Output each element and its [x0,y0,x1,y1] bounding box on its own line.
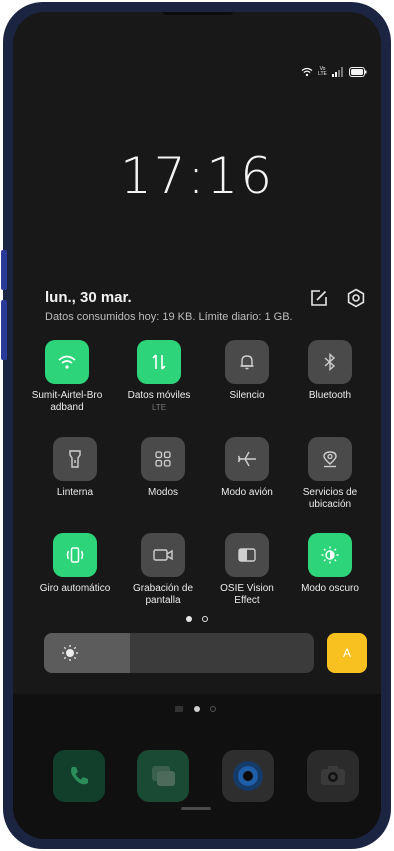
tile-label: Grabación de pantalla [132,583,194,606]
menu-lines-icon [175,706,184,712]
wifi-icon [301,67,313,77]
tile-label: Servicios de ubicación [302,487,358,510]
tile-label: Modo avión [221,487,273,498]
battery-icon [349,67,367,77]
tile-auto-rotate-button[interactable] [53,533,97,577]
dark-mode-icon [321,546,339,564]
messages-icon [152,766,175,786]
home-page-dot[interactable] [209,705,216,712]
tile-modes-button[interactable] [141,437,185,481]
panel-page-indicator [13,610,381,628]
modes-icon [155,451,171,467]
tile-flashlight[interactable]: Linterna [35,437,115,499]
tile-silence-button[interactable] [225,340,269,384]
tile-label: Datos móviles [127,390,191,401]
tile-wifi[interactable]: Sumit-Airtel-Bro adband [27,340,107,414]
bell-icon [240,355,254,370]
tile-label: Linterna [56,487,94,498]
tile-location[interactable]: Servicios de ubicación [290,437,370,511]
tile-screen-record-button[interactable] [141,533,185,577]
home-page-indicator [13,700,381,718]
mobile-data-icon [152,354,166,370]
data-usage-text: Datos consumidos hoy: 19 KB. Límite diar… [45,311,293,323]
earpiece [163,12,233,15]
tile-dark-mode-button[interactable] [308,533,352,577]
page-dot[interactable] [202,615,209,622]
dock-messages[interactable] [137,750,189,802]
volume-up-key [1,250,7,290]
page-dot-active[interactable] [185,615,192,622]
tile-vision-effect[interactable]: OSIE Vision Effect [207,533,287,607]
volte-icon: Vo LTE [318,66,327,77]
dock-camera[interactable] [307,750,359,802]
signal-icon [332,67,343,77]
camera-icon [321,766,345,785]
browser-icon [233,761,263,791]
tile-modes[interactable]: Modos [123,437,203,499]
gear-icon[interactable] [345,287,367,309]
edit-icon[interactable] [308,287,330,309]
tile-label: Sumit-Airtel-Bro adband [31,390,103,413]
tile-sublabel: LTE [151,403,167,412]
tile-label: Modo oscuro [301,583,359,594]
bluetooth-icon [324,353,336,371]
tile-flashlight-button[interactable] [53,437,97,481]
tile-label: OSIE Vision Effect [220,583,274,606]
dock-phone[interactable] [53,750,105,802]
screen: Vo LTE 17:16 lun., 30 mar. Datos consumi… [13,12,381,839]
tile-auto-rotate[interactable]: Giro automático [35,533,115,595]
lock-clock: 17:16 [119,147,275,205]
auto-rotate-icon [66,547,84,563]
flashlight-icon [69,450,81,468]
brightness-icon [62,645,78,661]
tile-mobile-data[interactable]: Datos móviles LTE [119,340,199,412]
tile-location-button[interactable] [308,437,352,481]
home-page-dot-active[interactable] [193,705,200,712]
tile-label: Bluetooth [308,390,352,401]
tile-bluetooth-button[interactable] [308,340,352,384]
screen-record-icon [153,549,173,561]
tile-airplane[interactable]: Modo avión [207,437,287,499]
tile-label: Silencio [229,390,265,401]
brightness-fill [44,633,131,673]
location-icon [323,451,337,468]
volume-down-key [1,300,7,360]
tile-vision-effect-button[interactable] [225,533,269,577]
tile-screen-record[interactable]: Grabación de pantalla [123,533,203,607]
tile-label: Giro automático [39,583,111,594]
status-bar: Vo LTE [301,67,367,77]
tile-silence[interactable]: Silencio [207,340,287,402]
tile-mobile-data-button[interactable] [137,340,181,384]
auto-brightness-button[interactable]: A [327,633,367,673]
dock-browser[interactable] [222,750,274,802]
airplane-icon [237,451,256,467]
tile-wifi-button[interactable] [45,340,89,384]
date-label: lun., 30 mar. [45,289,132,306]
tile-dark-mode[interactable]: Modo oscuro [290,533,370,595]
tile-airplane-button[interactable] [225,437,269,481]
brightness-slider[interactable] [44,633,314,673]
tile-bluetooth[interactable]: Bluetooth [290,340,370,402]
wifi-icon [58,355,76,369]
home-indicator[interactable] [181,807,211,810]
phone-icon [71,767,88,785]
vision-effect-icon [238,548,256,562]
tile-label: Modos [147,487,178,498]
